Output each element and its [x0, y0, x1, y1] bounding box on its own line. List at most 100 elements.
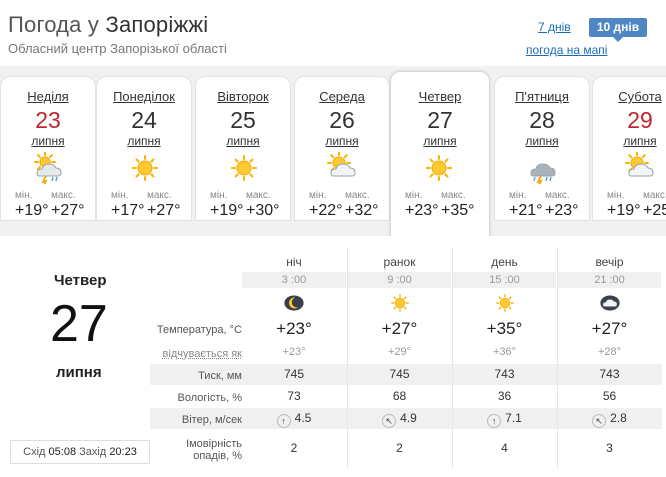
period-pressure: 745 — [389, 367, 410, 381]
period-feels-like: +29° — [387, 346, 412, 358]
day-name[interactable]: Субота — [593, 89, 666, 104]
title-prefix: Погода у — [8, 12, 106, 37]
wind-speed: 4.5 — [294, 411, 312, 425]
day-strip: Неділя 23 липня мін. макс. +19° +27° Пон… — [0, 66, 666, 236]
max-label: макс. — [345, 190, 370, 201]
wind-direction-icon: ↑ — [276, 414, 291, 428]
day-month[interactable]: липня — [593, 134, 666, 148]
day-name[interactable]: Неділя — [1, 89, 95, 104]
day-card-3[interactable]: Вівторок 25 липня мін. макс. +19° +30° — [195, 76, 291, 221]
max-label: макс. — [147, 190, 172, 201]
max-label: макс. — [441, 190, 466, 201]
day-card-2[interactable]: Понеділок 24 липня мін. макс. +17° +27° — [96, 76, 192, 221]
label-wind: Вітер, м/сек — [181, 414, 242, 426]
nav-10-days-tab[interactable]: 10 днів — [589, 18, 647, 42]
day-card-5[interactable]: Четвер 27 липня мін. макс. +23° +35° — [390, 71, 490, 236]
sunrise-label: Схід — [23, 446, 46, 458]
max-temp: +25 — [643, 202, 666, 219]
day-card-6[interactable]: П'ятниця 28 липня мін. макс. +21° +23° — [494, 76, 590, 221]
period-humidity: 36 — [497, 389, 512, 403]
period-wind: ↑ 4.5 — [242, 408, 346, 429]
period-temp: +27° — [591, 319, 628, 338]
period-precip: 2 — [396, 441, 403, 455]
wind-direction-icon: ↖ — [382, 414, 397, 428]
day-month[interactable]: липня — [1, 134, 95, 148]
period-name: ранок — [383, 255, 416, 269]
day-name[interactable]: Четвер — [391, 89, 489, 104]
label-humidity: Вологість, % — [177, 392, 243, 404]
day-number: 25 — [230, 107, 256, 133]
min-temp: +23° — [405, 202, 439, 219]
day-card-1[interactable]: Неділя 23 липня мін. макс. +19° +27° — [0, 76, 96, 221]
period-humidity: 56 — [602, 389, 617, 403]
day-number: 23 — [35, 107, 61, 133]
period-precip: 4 — [501, 441, 508, 455]
moon-icon — [283, 292, 305, 314]
period-name: вечір — [595, 255, 624, 269]
min-label: мін. — [15, 190, 33, 201]
day-month[interactable]: липня — [196, 134, 290, 148]
max-label: макс. — [643, 190, 666, 201]
day-name[interactable]: Середа — [295, 89, 389, 104]
period-pressure: 743 — [599, 367, 620, 381]
min-temp: +19° — [15, 202, 49, 219]
period-precip: 2 — [290, 441, 298, 455]
page-title: Погода у Запоріжжі — [8, 12, 208, 38]
sunrise-sunset-box: Схід 05:08 Захід 20:23 — [10, 440, 150, 464]
min-temp: +19° — [607, 202, 641, 219]
max-temp: +32° — [345, 202, 379, 219]
period-pressure: 743 — [494, 367, 515, 381]
sunset-time: 20:23 — [109, 446, 137, 458]
sun-icon — [228, 152, 260, 184]
period-column-1: ніч 3 :00 +23° +23° 745 73 ↑ 4.5 2 — [242, 248, 346, 468]
period-wind: ↖ 2.8 — [558, 408, 661, 429]
moon-cloud-icon — [599, 292, 621, 314]
period-temp: +23° — [276, 319, 312, 338]
day-month[interactable]: липня — [391, 134, 489, 148]
sun-icon — [494, 292, 516, 314]
day-detail-panel: Четвер 27 липня Схід 05:08 Захід 20:23 Т… — [0, 236, 666, 477]
day-month[interactable]: липня — [97, 134, 191, 148]
period-humidity: 73 — [287, 389, 301, 403]
period-precip: 3 — [606, 441, 613, 455]
max-temp: +27° — [51, 202, 85, 219]
day-card-4[interactable]: Середа 26 липня мін. макс. +22° +32° — [294, 76, 390, 221]
period-wind: ↑ 7.1 — [453, 408, 556, 429]
min-label: мін. — [111, 190, 129, 201]
partly-cloudy-icon — [625, 151, 657, 184]
day-number: 27 — [427, 107, 453, 133]
day-number: 24 — [131, 107, 157, 133]
day-name[interactable]: П'ятниця — [495, 89, 589, 104]
period-humidity: 68 — [392, 389, 407, 403]
day-month[interactable]: липня — [495, 134, 589, 148]
sun-icon — [389, 292, 411, 314]
day-number: 28 — [529, 107, 555, 133]
max-label: макс. — [545, 190, 570, 201]
day-card-7[interactable]: Субота 29 липня мін. макс. +19° +25 — [592, 76, 666, 221]
period-time: 15 :00 — [453, 272, 556, 288]
sun-icon — [129, 152, 161, 184]
wind-speed: 7.1 — [505, 411, 522, 425]
day-month[interactable]: липня — [295, 134, 389, 148]
partly-cloudy-icon — [327, 151, 359, 184]
wind-direction-icon: ↖ — [592, 414, 607, 428]
page-subtitle: Обласний центр Запорізької області — [8, 41, 227, 56]
weather-map-link[interactable]: погода на мапі — [526, 43, 607, 57]
wind-speed: 4.9 — [400, 411, 417, 425]
min-temp: +19° — [210, 202, 244, 219]
storm-icon — [33, 151, 65, 186]
detail-day-number: 27 — [50, 295, 108, 353]
period-column-3: день 15 :00 +35° +36° 743 36 ↑ 7.1 4 — [452, 248, 556, 468]
nav-7-days-link[interactable]: 7 днів — [538, 20, 571, 34]
period-name: ніч — [286, 255, 302, 269]
period-time: 9 :00 — [348, 272, 451, 288]
day-name[interactable]: Вівторок — [196, 89, 290, 104]
min-label: мін. — [309, 190, 327, 201]
period-time: 3 :00 — [242, 272, 346, 288]
day-number: 26 — [329, 107, 355, 133]
label-feels-like[interactable]: відчувається як — [163, 348, 242, 360]
weather-page: Погода у Запоріжжі Обласний центр Запорі… — [0, 0, 666, 477]
day-name[interactable]: Понеділок — [97, 89, 191, 104]
period-time: 21 :00 — [558, 272, 661, 288]
min-temp: +17° — [111, 202, 145, 219]
